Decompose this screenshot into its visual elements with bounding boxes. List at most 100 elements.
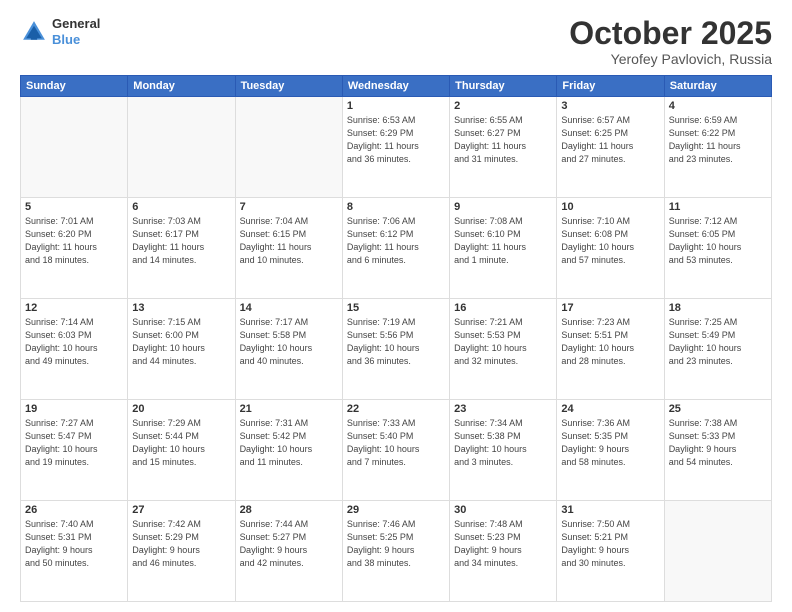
day-info: Sunrise: 7:46 AMSunset: 5:25 PMDaylight:… [347,518,445,570]
day-number: 6 [132,201,230,213]
day-info: Sunrise: 7:27 AMSunset: 5:47 PMDaylight:… [25,417,123,469]
calendar-cell: 12 Sunrise: 7:14 AMSunset: 6:03 PMDayligh… [21,299,128,400]
week-row-1: 1 Sunrise: 6:53 AMSunset: 6:29 PMDaylight… [21,97,772,198]
header: General Blue October 2025 Yerofey Pavlov… [20,16,772,67]
calendar-table: SundayMondayTuesdayWednesdayThursdayFrid… [20,75,772,602]
day-info: Sunrise: 7:14 AMSunset: 6:03 PMDaylight:… [25,316,123,368]
day-number: 3 [561,100,659,112]
day-number: 12 [25,302,123,314]
calendar-cell: 23 Sunrise: 7:34 AMSunset: 5:38 PMDayligh… [450,400,557,501]
calendar-cell: 2 Sunrise: 6:55 AMSunset: 6:27 PMDaylight… [450,97,557,198]
calendar-cell: 10 Sunrise: 7:10 AMSunset: 6:08 PMDayligh… [557,198,664,299]
day-info: Sunrise: 7:04 AMSunset: 6:15 PMDaylight:… [240,215,338,267]
calendar-cell: 26Sunrise: 7:40 AMSunset: 5:31 PMDayligh… [21,501,128,602]
day-info: Sunrise: 6:59 AMSunset: 6:22 PMDaylight:… [669,114,767,166]
title-block: October 2025 Yerofey Pavlovich, Russia [569,16,772,67]
day-info: Sunrise: 7:50 AMSunset: 5:21 PMDaylight:… [561,518,659,570]
calendar-cell: 13 Sunrise: 7:15 AMSunset: 6:00 PMDayligh… [128,299,235,400]
main-title: October 2025 [569,16,772,51]
day-info: Sunrise: 7:15 AMSunset: 6:00 PMDaylight:… [132,316,230,368]
logo-line2: Blue [52,32,80,47]
calendar-cell: 4 Sunrise: 6:59 AMSunset: 6:22 PMDaylight… [664,97,771,198]
calendar-cell: 9 Sunrise: 7:08 AMSunset: 6:10 PMDaylight… [450,198,557,299]
calendar-cell: 14 Sunrise: 7:17 AMSunset: 5:58 PMDayligh… [235,299,342,400]
col-header-monday: Monday [128,76,235,97]
day-info: Sunrise: 7:17 AMSunset: 5:58 PMDaylight:… [240,316,338,368]
calendar-cell: 1 Sunrise: 6:53 AMSunset: 6:29 PMDaylight… [342,97,449,198]
calendar-cell: 17 Sunrise: 7:23 AMSunset: 5:51 PMDayligh… [557,299,664,400]
day-info: Sunrise: 7:03 AMSunset: 6:17 PMDaylight:… [132,215,230,267]
day-number: 2 [454,100,552,112]
day-info: Sunrise: 6:55 AMSunset: 6:27 PMDaylight:… [454,114,552,166]
day-number: 28 [240,504,338,516]
day-number: 9 [454,201,552,213]
week-row-5: 26Sunrise: 7:40 AMSunset: 5:31 PMDayligh… [21,501,772,602]
col-header-sunday: Sunday [21,76,128,97]
day-number: 29 [347,504,445,516]
day-number: 18 [669,302,767,314]
calendar-header-row: SundayMondayTuesdayWednesdayThursdayFrid… [21,76,772,97]
day-info: Sunrise: 6:53 AMSunset: 6:29 PMDaylight:… [347,114,445,166]
day-number: 14 [240,302,338,314]
week-row-4: 19 Sunrise: 7:27 AMSunset: 5:47 PMDayligh… [21,400,772,501]
calendar-cell: 20Sunrise: 7:29 AMSunset: 5:44 PMDayligh… [128,400,235,501]
day-number: 21 [240,403,338,415]
day-number: 15 [347,302,445,314]
day-number: 17 [561,302,659,314]
calendar-cell: 28Sunrise: 7:44 AMSunset: 5:27 PMDayligh… [235,501,342,602]
calendar-cell: 5 Sunrise: 7:01 AMSunset: 6:20 PMDaylight… [21,198,128,299]
calendar-cell: 21Sunrise: 7:31 AMSunset: 5:42 PMDayligh… [235,400,342,501]
day-info: Sunrise: 7:19 AMSunset: 5:56 PMDaylight:… [347,316,445,368]
col-header-saturday: Saturday [664,76,771,97]
page: General Blue October 2025 Yerofey Pavlov… [0,0,792,612]
calendar-cell: 25 Sunrise: 7:38 AMSunset: 5:33 PMDayligh… [664,400,771,501]
day-number: 11 [669,201,767,213]
calendar-cell: 22 Sunrise: 7:33 AMSunset: 5:40 PMDayligh… [342,400,449,501]
day-number: 22 [347,403,445,415]
day-number: 19 [25,403,123,415]
day-info: Sunrise: 7:12 AMSunset: 6:05 PMDaylight:… [669,215,767,267]
week-row-3: 12 Sunrise: 7:14 AMSunset: 6:03 PMDayligh… [21,299,772,400]
day-number: 1 [347,100,445,112]
calendar-cell: 15 Sunrise: 7:19 AMSunset: 5:56 PMDayligh… [342,299,449,400]
logo: General Blue [20,16,100,47]
day-number: 31 [561,504,659,516]
day-info: Sunrise: 7:38 AMSunset: 5:33 PMDaylight:… [669,417,767,469]
day-number: 25 [669,403,767,415]
day-info: Sunrise: 7:10 AMSunset: 6:08 PMDaylight:… [561,215,659,267]
logo-icon [20,18,48,46]
calendar-cell: 29 Sunrise: 7:46 AMSunset: 5:25 PMDayligh… [342,501,449,602]
calendar-cell: 31 Sunrise: 7:50 AMSunset: 5:21 PMDayligh… [557,501,664,602]
day-info: Sunrise: 7:23 AMSunset: 5:51 PMDaylight:… [561,316,659,368]
day-info: Sunrise: 7:08 AMSunset: 6:10 PMDaylight:… [454,215,552,267]
day-number: 13 [132,302,230,314]
day-info: Sunrise: 7:21 AMSunset: 5:53 PMDaylight:… [454,316,552,368]
day-number: 4 [669,100,767,112]
calendar-cell [128,97,235,198]
col-header-tuesday: Tuesday [235,76,342,97]
logo-line1: General [52,16,100,32]
day-info: Sunrise: 7:36 AMSunset: 5:35 PMDaylight:… [561,417,659,469]
calendar-cell: 11 Sunrise: 7:12 AMSunset: 6:05 PMDayligh… [664,198,771,299]
day-number: 23 [454,403,552,415]
calendar-cell: 16 Sunrise: 7:21 AMSunset: 5:53 PMDayligh… [450,299,557,400]
day-number: 16 [454,302,552,314]
day-number: 8 [347,201,445,213]
calendar-cell [664,501,771,602]
day-number: 26 [25,504,123,516]
day-number: 5 [25,201,123,213]
calendar-cell: 7Sunrise: 7:04 AMSunset: 6:15 PMDaylight… [235,198,342,299]
day-info: Sunrise: 7:01 AMSunset: 6:20 PMDaylight:… [25,215,123,267]
day-info: Sunrise: 7:33 AMSunset: 5:40 PMDaylight:… [347,417,445,469]
calendar-cell: 6 Sunrise: 7:03 AMSunset: 6:17 PMDaylight… [128,198,235,299]
day-info: Sunrise: 7:48 AMSunset: 5:23 PMDaylight:… [454,518,552,570]
col-header-wednesday: Wednesday [342,76,449,97]
calendar-cell: 27Sunrise: 7:42 AMSunset: 5:29 PMDayligh… [128,501,235,602]
calendar-cell [235,97,342,198]
logo-text: General Blue [52,16,100,47]
calendar-cell: 18Sunrise: 7:25 AMSunset: 5:49 PMDayligh… [664,299,771,400]
day-info: Sunrise: 7:34 AMSunset: 5:38 PMDaylight:… [454,417,552,469]
day-info: Sunrise: 6:57 AMSunset: 6:25 PMDaylight:… [561,114,659,166]
day-number: 20 [132,403,230,415]
day-number: 10 [561,201,659,213]
